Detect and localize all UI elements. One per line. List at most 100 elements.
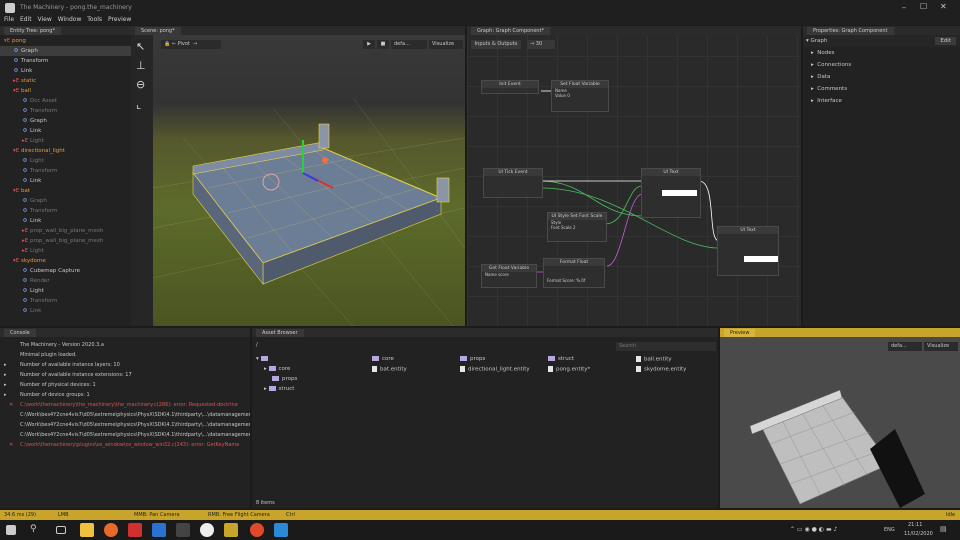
tree-component-row[interactable]: ⚙ Light (0, 286, 131, 296)
select-tool-icon[interactable]: ↖ (136, 40, 145, 53)
tree-component-row[interactable]: ⚙ Transform (0, 106, 131, 116)
asset-file-pong[interactable]: pong.entity* (548, 366, 590, 373)
tree-component-row[interactable]: ⚙ Graph (0, 116, 131, 126)
tray-icons[interactable]: ⌃ ▭ ◉ ● ◐ ▬ ♪ (790, 526, 837, 533)
scale-tool-icon[interactable]: ⌞ (136, 98, 141, 111)
terminal-icon[interactable] (176, 523, 190, 537)
tab-properties[interactable]: Properties: Graph Component (807, 27, 894, 35)
graph-node-set-float-variable[interactable]: Set Float Variable Name Value 0 (551, 80, 609, 112)
tree-component-row[interactable]: ⚙ Render (0, 276, 131, 286)
app-red-icon[interactable] (128, 523, 142, 537)
outlook-icon[interactable] (152, 523, 166, 537)
console-line[interactable]: ✕ C:\work\themachinery\plugins\os_window\… (0, 440, 250, 450)
asset-file-bat[interactable]: bat.entity (372, 366, 407, 373)
tree-component-row[interactable]: ⚙ Transform (0, 296, 131, 306)
console-line[interactable]: Minimal plugin loaded. (0, 350, 250, 360)
tab-entity-tree[interactable]: Entity Tree: pong* (4, 27, 61, 35)
expand-arrow-icon[interactable]: ▸ (4, 370, 7, 380)
tree-component-row[interactable]: ⚙ Graph (0, 196, 131, 206)
asset-file-directional-light[interactable]: directional_light.entity (460, 366, 530, 373)
tab-asset-browser[interactable]: Asset Browser (256, 329, 304, 337)
tree-component-row[interactable]: ⚙ Link (0, 66, 131, 76)
move-tool-icon[interactable]: ⊥ (136, 59, 146, 72)
minimize-button[interactable]: – (902, 3, 906, 12)
menu-preview[interactable]: Preview (108, 16, 131, 23)
console-line[interactable]: The Machinery - Version 2020.3.a (0, 340, 250, 350)
maximize-button[interactable]: ☐ (920, 2, 927, 11)
tree-component-row[interactable]: ⚙ Graph (0, 46, 131, 56)
tree-component-row[interactable]: ⚙ Link (0, 176, 131, 186)
graph-node-ui-style-set-font-scale[interactable]: UI Style Set Font Scale Style Font Scale 2 (547, 212, 607, 242)
graph-node-get-float-variable[interactable]: Get Float Variable Name score (481, 264, 537, 288)
tree-entity-row[interactable]: ▸E Light (0, 246, 131, 256)
tab-preview[interactable]: Preview (724, 329, 756, 337)
asset-folder-props[interactable]: props (460, 356, 485, 362)
console-line[interactable]: ✕ C:\work\themachinery\the_machinery\the_… (0, 400, 250, 410)
graph-node-format-float[interactable]: Format Float Format Score: %.0f (543, 258, 605, 288)
machinery-taskbar-icon[interactable] (224, 523, 238, 537)
search-icon[interactable]: ⚲ (30, 524, 44, 538)
close-button[interactable]: ✕ (940, 2, 947, 11)
section-connections[interactable]: ▸ Connections (803, 59, 960, 71)
app-orange-icon[interactable] (250, 523, 264, 537)
console-line[interactable]: ▸ Number of available instance extensions… (0, 370, 250, 380)
tree-entity-row[interactable]: ▸E static (0, 76, 131, 86)
tree-entity-row[interactable]: ▸E prop_wall_big_plane_mesh (0, 226, 131, 236)
menu-edit[interactable]: Edit (20, 16, 32, 23)
tree-entity-row[interactable]: ▸E prop_wall_big_plane_mesh (0, 236, 131, 246)
asset-folder-struct[interactable]: struct (548, 356, 574, 362)
tree-entity-row[interactable]: ▾E pong (0, 36, 131, 46)
section-interface[interactable]: ▸ Interface (803, 95, 960, 107)
asset-tree-core[interactable]: ▸ core (256, 364, 366, 374)
task-view-icon[interactable] (56, 526, 66, 534)
rotate-tool-icon[interactable]: ⊖ (136, 78, 145, 91)
tree-entity-row[interactable]: ▾E directional_light (0, 146, 131, 156)
console-line[interactable]: ▸ Number of physical devices: 1 (0, 380, 250, 390)
console-line[interactable]: C:\Work\bes4Y2cne4vis7\d05\extreme\physi… (0, 430, 250, 440)
graph-node-ui-tick-event[interactable]: UI Tick Event (483, 168, 543, 198)
tree-entity-row[interactable]: ▾E ball (0, 86, 131, 96)
firefox-icon[interactable] (104, 523, 118, 537)
tab-console[interactable]: Console (4, 329, 36, 337)
vscode-icon[interactable] (274, 523, 288, 537)
tab-scene[interactable]: Scene: pong* (135, 27, 181, 35)
notifications-icon[interactable]: ▤ (940, 525, 947, 533)
asset-tree-root[interactable]: ▾ (256, 354, 366, 364)
tree-component-row[interactable]: ⚙ Transform (0, 206, 131, 216)
console-line[interactable]: ▸ Number of device groups: 1 (0, 390, 250, 400)
asset-search-input[interactable]: Search (616, 342, 716, 351)
start-icon[interactable] (6, 525, 16, 535)
language-indicator[interactable]: ENG (884, 527, 895, 533)
expand-arrow-icon[interactable]: ▸ (4, 380, 7, 390)
console-line[interactable]: C:\Work\bes4Y2cne4vis7\d05\extreme\physi… (0, 420, 250, 430)
expand-arrow-icon[interactable]: ▸ (4, 390, 7, 400)
tree-component-row[interactable]: ⚙ Link (0, 216, 131, 226)
tree-component-row[interactable]: ⚙ Dcc Asset (0, 96, 131, 106)
menu-tools[interactable]: Tools (87, 16, 102, 23)
asset-tree-props[interactable]: props (256, 374, 366, 384)
tree-entity-row[interactable]: ▸E Light (0, 136, 131, 146)
graph-node-ui-text-2[interactable]: UI Text (717, 226, 779, 276)
graph-node-init-event[interactable]: Init Event (481, 80, 539, 94)
console-line[interactable]: ▸ Number of available instance layers: 10 (0, 360, 250, 370)
section-data[interactable]: ▸ Data (803, 71, 960, 83)
asset-tree-struct[interactable]: ▸ struct (256, 384, 366, 394)
file-explorer-icon[interactable] (80, 523, 94, 537)
tree-component-row[interactable]: ⚙ Transform (0, 166, 131, 176)
section-nodes[interactable]: ▸ Nodes (803, 47, 960, 59)
tree-entity-row[interactable]: ▾E bat (0, 186, 131, 196)
menu-file[interactable]: File (4, 16, 14, 23)
tree-component-row[interactable]: ⚙ Transform (0, 56, 131, 66)
preview-lighting-dropdown[interactable]: defa... (888, 342, 922, 351)
scene-viewport[interactable]: Scene: pong* 🔒 ← Pivot → ▶ ■ defa... Vis… (131, 26, 465, 326)
preview-visualize-dropdown[interactable]: Visualize (924, 342, 958, 351)
asset-file-ball[interactable]: ball.entity (636, 356, 672, 363)
tree-component-row[interactable]: ⚙ Cubemap Capture (0, 266, 131, 276)
tree-component-row[interactable]: ⚙ Link (0, 126, 131, 136)
expand-arrow-icon[interactable]: ▸ (4, 360, 7, 370)
tree-entity-row[interactable]: ▾E skydome (0, 256, 131, 266)
github-icon[interactable] (200, 523, 214, 537)
graph-node-ui-text-1[interactable]: UI Text (641, 168, 701, 218)
tree-component-row[interactable]: ⚙ Link (0, 306, 131, 316)
tree-component-row[interactable]: ⚙ Light (0, 156, 131, 166)
